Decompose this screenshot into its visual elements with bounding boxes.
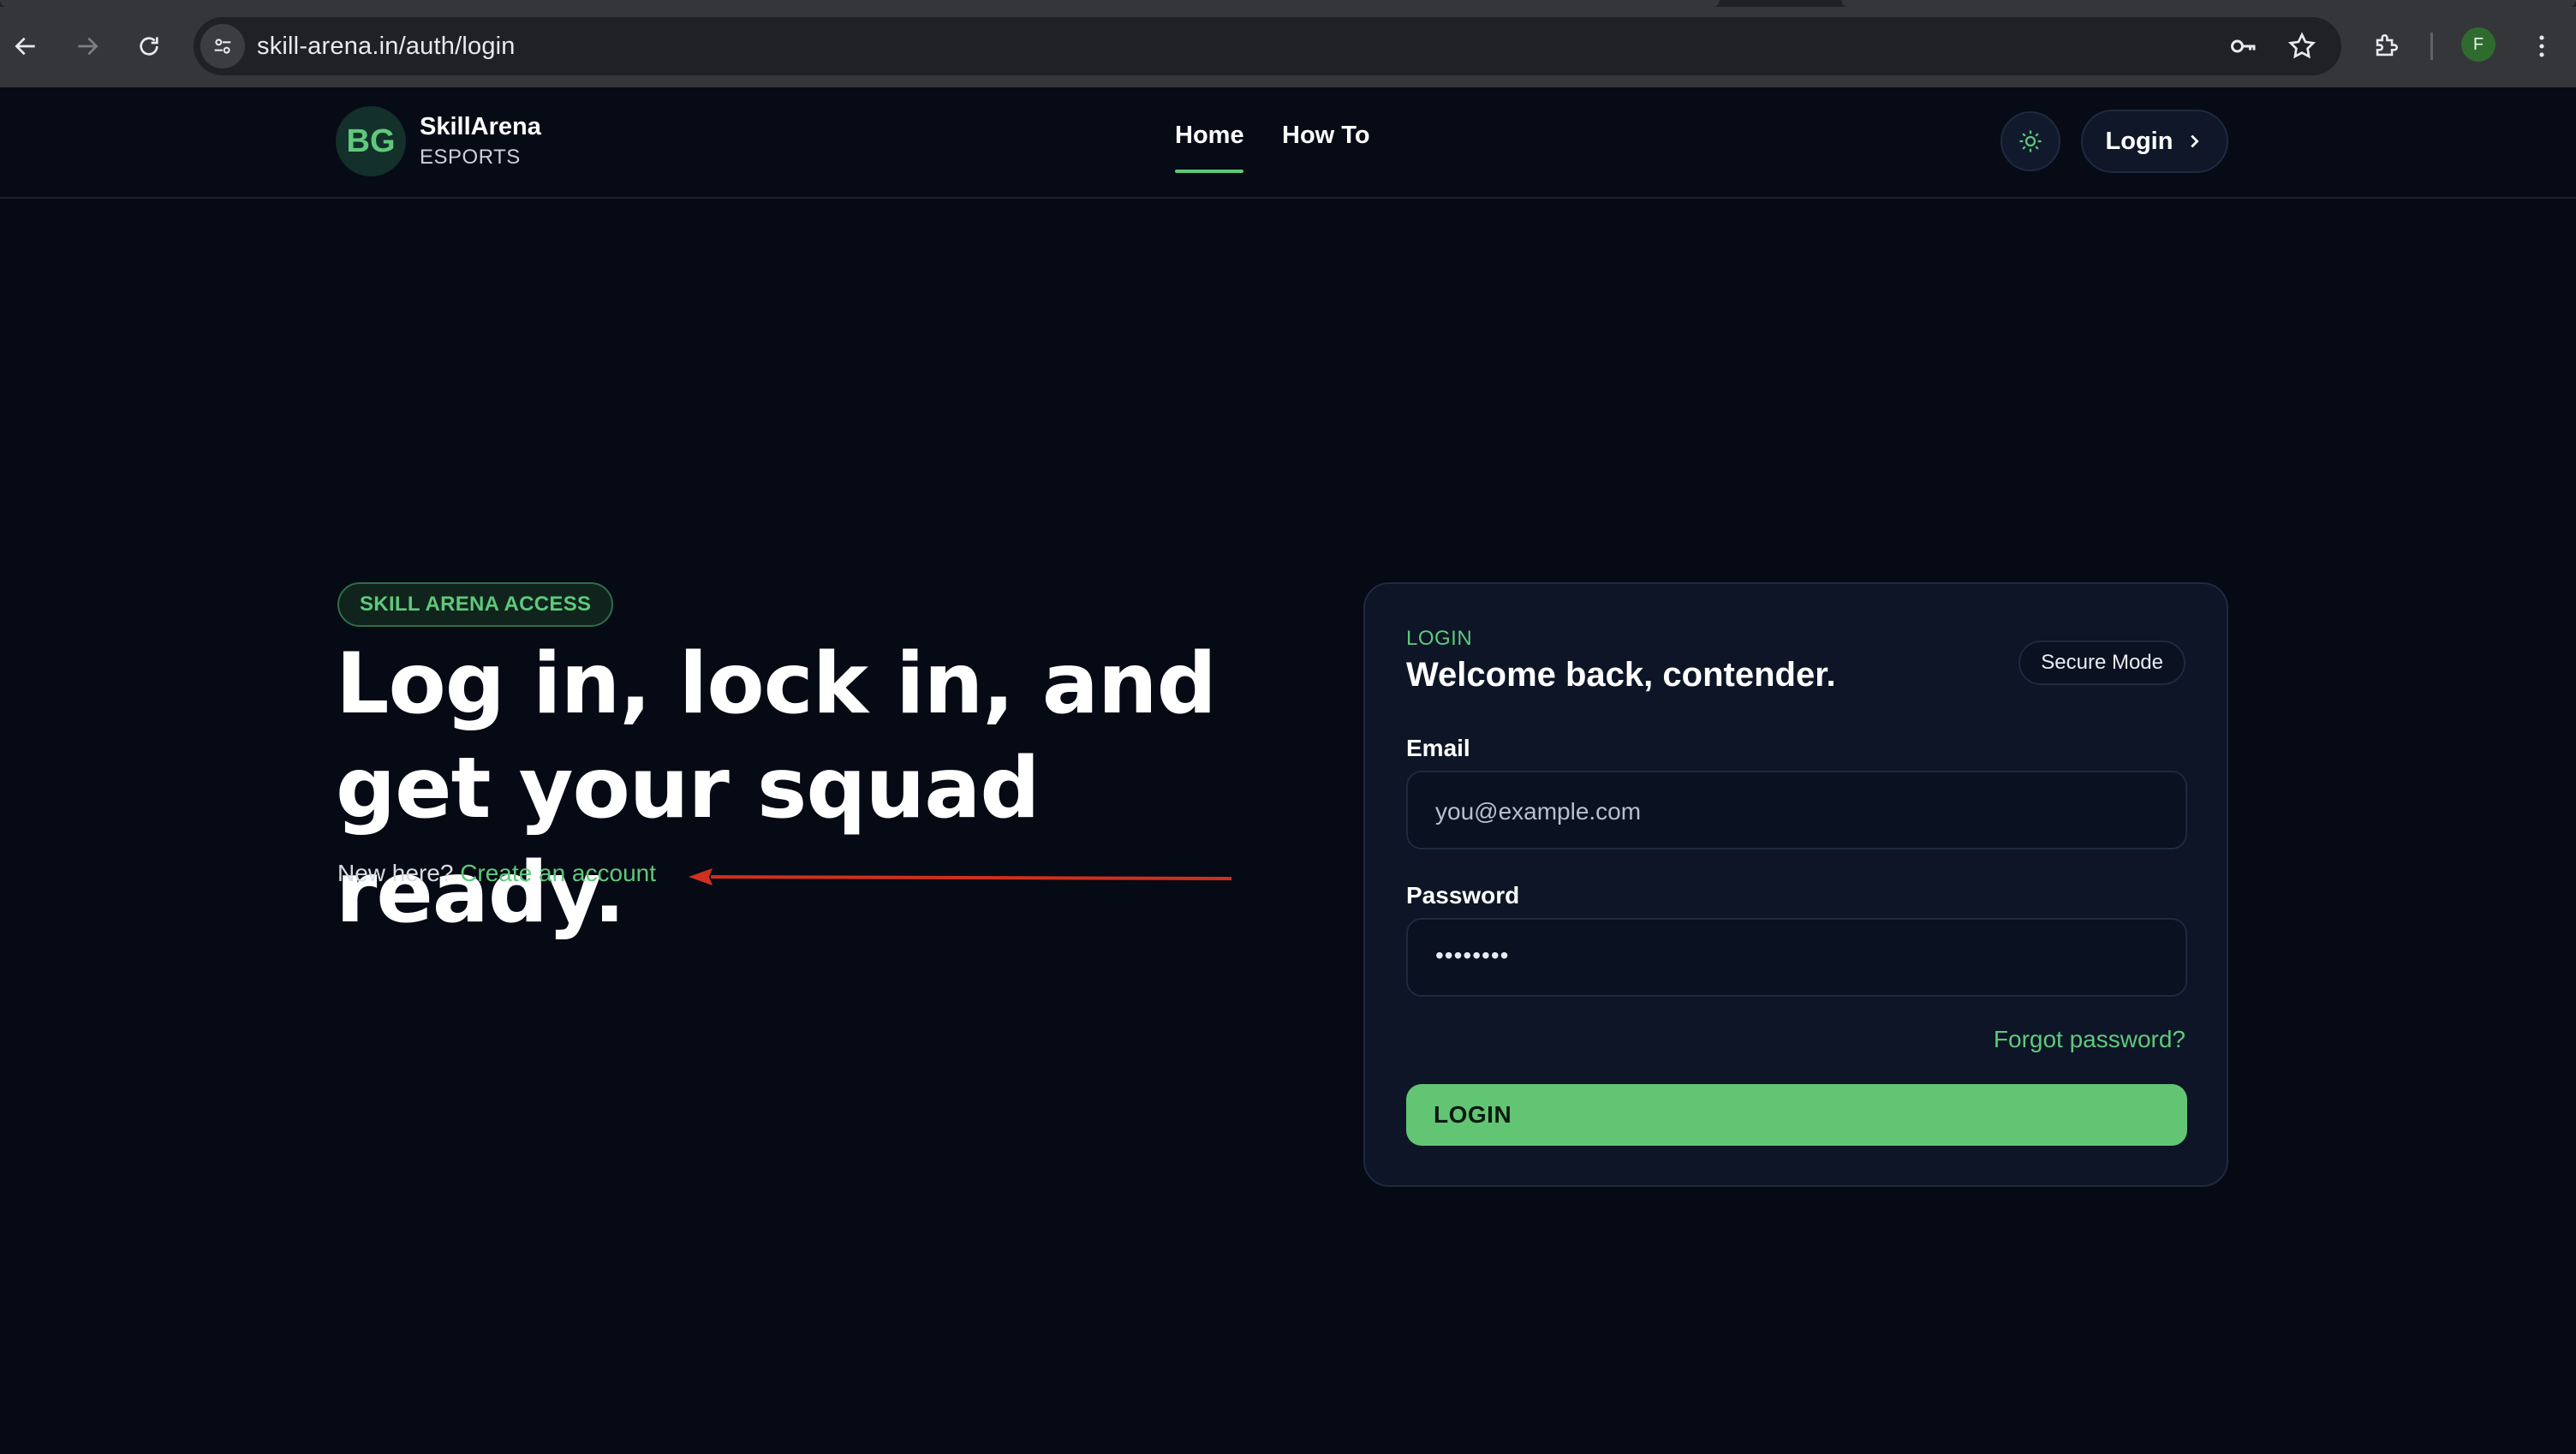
password-label: Password	[1406, 882, 1520, 909]
tab-strip	[0, 0, 2576, 7]
extensions-puzzle-icon[interactable]	[2365, 26, 2406, 67]
create-account-link[interactable]: Create an account	[460, 860, 656, 886]
back-arrow-icon[interactable]	[5, 26, 46, 67]
card-title: Welcome back, contender.	[1406, 656, 1836, 694]
brand-subtitle: ESPORTS	[420, 146, 521, 169]
kebab-menu-icon[interactable]	[2521, 26, 2562, 67]
signup-prompt: New here? Create an account	[337, 860, 656, 887]
header-login-label: Login	[2105, 127, 2174, 155]
password-key-icon[interactable]	[2228, 31, 2259, 62]
site-info-icon[interactable]	[200, 24, 245, 69]
brand-name: SkillArena	[420, 113, 541, 140]
email-field[interactable]: you@example.com	[1406, 771, 2187, 849]
secure-mode-badge: Secure Mode	[2018, 641, 2185, 685]
password-value: ••••••••	[1435, 942, 1510, 968]
header-login-button[interactable]: Login	[2081, 110, 2228, 173]
chevron-right-icon	[2191, 134, 2200, 148]
bookmark-star-icon[interactable]	[2287, 31, 2317, 62]
login-card: LOGIN Welcome back, contender. Secure Mo…	[1363, 582, 2228, 1187]
logo-badge[interactable]: BG	[336, 106, 406, 176]
nav-active-indicator	[1175, 170, 1243, 173]
theme-toggle-button[interactable]	[2001, 111, 2060, 171]
forgot-password-link[interactable]: Forgot password?	[1994, 1026, 2185, 1053]
profile-avatar[interactable]: F	[2461, 27, 2496, 62]
forward-arrow-icon[interactable]	[67, 26, 108, 67]
signup-prompt-text: New here?	[337, 860, 454, 886]
access-badge: SKILL ARENA ACCESS	[337, 582, 614, 627]
browser-toolbar: skill-arena.in/auth/login F	[0, 0, 2576, 87]
hero-title: Log in, lock in, and get your squad read…	[336, 635, 1217, 942]
toolbar-divider	[2430, 33, 2433, 60]
url-text[interactable]: skill-arena.in/auth/login	[257, 33, 516, 61]
reload-icon[interactable]	[128, 26, 170, 67]
address-bar[interactable]: skill-arena.in/auth/login	[194, 17, 2341, 75]
email-placeholder: you@example.com	[1435, 798, 1642, 825]
sun-icon	[2019, 130, 2042, 152]
nav-home-link[interactable]: Home	[1175, 122, 1244, 150]
card-eyebrow: LOGIN	[1406, 627, 1473, 650]
nav-how-to-link[interactable]: How To	[1282, 122, 1370, 150]
login-submit-button[interactable]: LOGIN	[1406, 1084, 2187, 1146]
password-field[interactable]: ••••••••	[1406, 918, 2187, 997]
annotation-arrow-icon	[689, 868, 1232, 885]
email-label: Email	[1406, 735, 1470, 761]
site-header: BG SkillArena ESPORTS Home How To Login	[0, 87, 2576, 199]
